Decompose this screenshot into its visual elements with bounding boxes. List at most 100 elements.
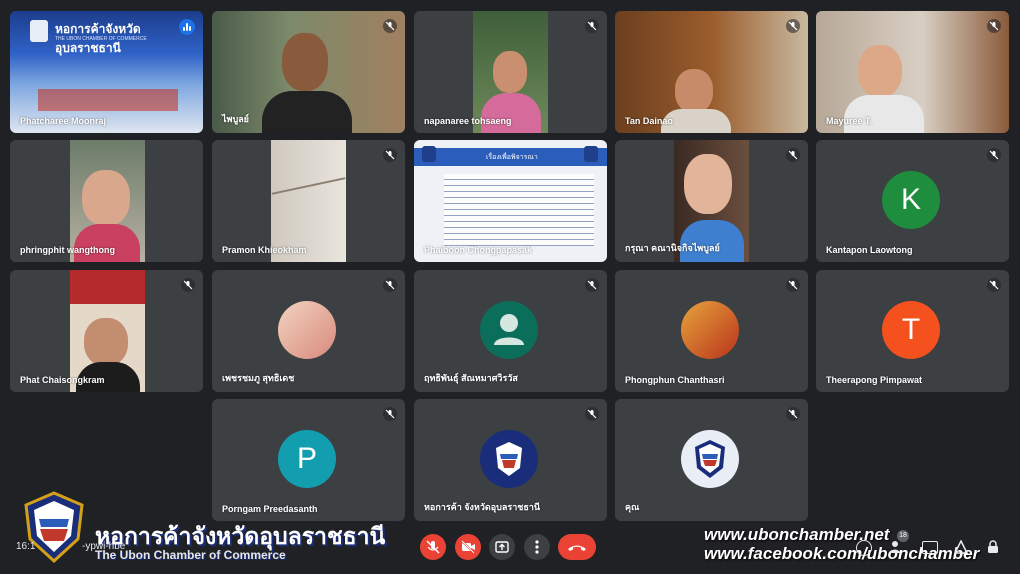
- person-head: [282, 33, 328, 91]
- mic-off-icon: [786, 19, 800, 33]
- person-head: [675, 69, 713, 113]
- chamber-logo: [30, 20, 48, 42]
- mic-off-icon: [585, 407, 599, 421]
- participant-tile[interactable]: ไพบูลย์: [212, 11, 405, 133]
- participant-tile[interactable]: Pramon Khieokham: [212, 140, 405, 262]
- person-body: [74, 224, 140, 262]
- slide-title: เรื่องเพื่อพิจารณา: [486, 154, 538, 161]
- chamber-logo: [422, 146, 436, 162]
- participant-tile[interactable]: T Theerapong Pimpawat: [816, 270, 1009, 392]
- participant-name: คุณ: [625, 502, 640, 512]
- phone-hangup-icon: [568, 545, 586, 551]
- camera-toggle-button[interactable]: [455, 534, 481, 560]
- chamber-logo: [584, 146, 598, 162]
- participant-tile[interactable]: หอการค้า จังหวัดอุบลราชธานี: [414, 399, 607, 521]
- chat-icon[interactable]: [922, 541, 938, 554]
- participant-tile[interactable]: ฤทธิพันธุ์ สัณหมาศวิรวัส: [414, 270, 607, 392]
- info-icon[interactable]: [856, 540, 872, 556]
- people-icon: [889, 541, 901, 553]
- mic-off-icon: [585, 278, 599, 292]
- participant-video: หอการค้าจังหวัดอุบลราชธานี THE UBON CHAM…: [10, 11, 203, 133]
- leave-call-button[interactable]: [558, 534, 596, 560]
- participant-name: Porngam Preedasanth: [222, 504, 318, 514]
- camera-off-icon: [461, 540, 475, 554]
- speaking-indicator: [179, 19, 195, 35]
- participant-name: Phat Chaisongkram: [20, 375, 105, 385]
- presentation-tile[interactable]: เรื่องเพื่อพิจารณา Phaiboon Chongpapasak: [414, 140, 607, 262]
- participant-name: เพชรชมภู สุทธิเดช: [222, 373, 295, 383]
- participant-count-badge: 18: [897, 530, 909, 542]
- meeting-table: [38, 89, 178, 111]
- participant-video: [473, 11, 548, 133]
- chamber-logo: [480, 430, 538, 488]
- mic-off-icon: [786, 148, 800, 162]
- participant-tile[interactable]: phringphit wangthong: [10, 140, 203, 262]
- person-head: [84, 318, 128, 366]
- participant-avatar: P: [278, 430, 336, 488]
- participant-video: [70, 270, 145, 392]
- person-head: [684, 154, 732, 214]
- mic-off-icon: [383, 407, 397, 421]
- participant-name: ไพบูลย์: [222, 114, 249, 124]
- participant-video: [271, 140, 346, 262]
- mic-off-icon: [383, 278, 397, 292]
- lock-icon: [988, 540, 998, 553]
- participant-tile[interactable]: Phat Chaisongkram: [10, 270, 203, 392]
- mic-off-icon: [987, 19, 1001, 33]
- participant-tile[interactable]: Phongphun Chanthasri: [615, 270, 808, 392]
- participant-tile[interactable]: คุณ: [615, 399, 808, 521]
- person-body: [844, 95, 924, 133]
- participant-video: [816, 11, 1009, 133]
- person-head: [82, 170, 130, 226]
- ceiling-line: [271, 177, 346, 195]
- participant-avatar: [278, 301, 336, 359]
- mic-off-icon: [987, 278, 1001, 292]
- mic-off-icon: [786, 407, 800, 421]
- banner-subtitle: THE UBON CHAMBER OF COMMERCE: [55, 36, 147, 42]
- mic-off-icon: [383, 19, 397, 33]
- people-button[interactable]: 18: [889, 530, 909, 554]
- more-options-button[interactable]: [524, 534, 550, 560]
- more-icon: [535, 540, 539, 554]
- participant-tile[interactable]: napanaree tohsaeng: [414, 11, 607, 133]
- mic-off-icon: [585, 19, 599, 33]
- chamber-logo: [22, 491, 86, 564]
- participant-name: phringphit wangthong: [20, 245, 115, 255]
- participant-name: Kantapon Laowtong: [826, 245, 913, 255]
- participant-name: กรุณา คณานิจกิจไพบูลย์: [625, 243, 720, 253]
- meeting-code: -ypwi-hbe: [82, 541, 126, 552]
- participant-avatar: [681, 301, 739, 359]
- participant-name: Pramon Khieokham: [222, 245, 307, 255]
- participant-name: Phatcharee Moonraj: [20, 116, 107, 126]
- person-head: [858, 45, 902, 97]
- activities-icon: [953, 539, 969, 554]
- chamber-logo: [681, 430, 739, 488]
- participant-video: [70, 140, 145, 262]
- participant-tile[interactable]: K Kantapon Laowtong: [816, 140, 1009, 262]
- participant-name: หอการค้า จังหวัดอุบลราชธานี: [424, 502, 541, 512]
- participant-tile[interactable]: Tan Dainao: [615, 11, 808, 133]
- mic-off-icon: [786, 278, 800, 292]
- meeting-time: 16:1: [16, 541, 36, 552]
- participant-video: [615, 11, 808, 133]
- mic-off-icon: [383, 148, 397, 162]
- host-controls-button[interactable]: [986, 540, 1000, 559]
- person-body: [262, 91, 352, 133]
- participant-tile[interactable]: เพชรชมภู สุทธิเดช: [212, 270, 405, 392]
- present-button[interactable]: [489, 534, 515, 560]
- mic-toggle-button[interactable]: [420, 534, 446, 560]
- participant-tile[interactable]: P Porngam Preedasanth: [212, 399, 405, 521]
- present-icon: [495, 541, 509, 553]
- mic-off-icon: [426, 540, 440, 554]
- participant-name: Phaiboon Chongpapasak: [424, 245, 533, 255]
- default-avatar-icon: [480, 301, 538, 359]
- participant-name: Phongphun Chanthasri: [625, 375, 725, 385]
- participant-tile[interactable]: Mayuree T.: [816, 11, 1009, 133]
- participant-name: Mayuree T.: [826, 116, 873, 126]
- participant-tile[interactable]: กรุณา คณานิจกิจไพบูลย์: [615, 140, 808, 262]
- slide-body-text: [444, 174, 594, 246]
- participant-name: Tan Dainao: [625, 116, 673, 126]
- participant-avatar: T: [882, 301, 940, 359]
- participant-tile[interactable]: หอการค้าจังหวัดอุบลราชธานี THE UBON CHAM…: [10, 11, 203, 133]
- activities-button[interactable]: [953, 539, 969, 559]
